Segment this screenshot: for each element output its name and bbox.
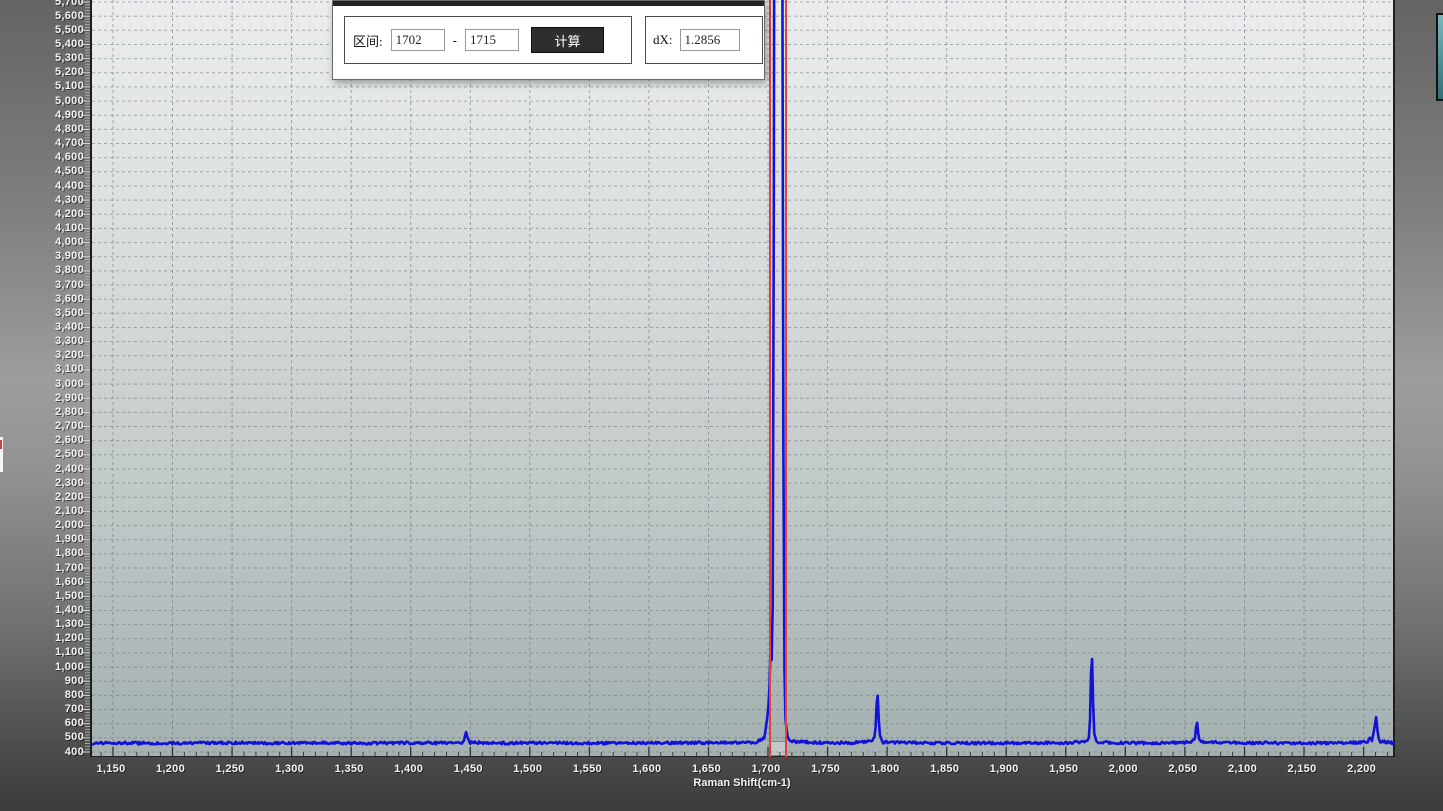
x-tick-label: 1,850 xyxy=(930,763,959,775)
x-axis-title: Raman Shift(cm-1) xyxy=(693,777,790,789)
x-tick-label: 1,200 xyxy=(156,763,185,775)
interval-groupbox: 区间: - 计算 xyxy=(344,16,632,64)
x-tick-label: 2,150 xyxy=(1287,763,1316,775)
interval-to-input[interactable] xyxy=(465,29,519,51)
dx-groupbox: dX: xyxy=(645,16,763,64)
x-axis: Raman Shift(cm-1) 1,150 1,200 1,250 1,300 1,… xyxy=(0,757,1443,811)
x-tick-label: 2,200 xyxy=(1347,763,1376,775)
cursor-line-right[interactable] xyxy=(785,0,787,757)
x-tick-label: 1,750 xyxy=(811,763,840,775)
x-tick-label: 1,250 xyxy=(216,763,245,775)
interval-from-input[interactable] xyxy=(391,29,445,51)
interval-dash: - xyxy=(453,33,457,48)
dx-value-input[interactable] xyxy=(680,29,740,51)
x-tick-label: 1,600 xyxy=(632,763,661,775)
y-axis-ticks xyxy=(77,0,90,757)
dx-label: dX: xyxy=(653,32,673,48)
app-window: 4005006007008009001,0001,1001,2001,3001,… xyxy=(0,0,1443,811)
x-tick-label: 1,300 xyxy=(275,763,304,775)
measure-dialog[interactable]: 区间: - 计算 dX: xyxy=(332,0,765,80)
x-tick-label: 2,050 xyxy=(1168,763,1197,775)
x-tick-label: 1,900 xyxy=(990,763,1019,775)
x-tick-label: 1,550 xyxy=(573,763,602,775)
x-tick-label: 1,800 xyxy=(871,763,900,775)
edge-panel xyxy=(1436,13,1443,101)
x-tick-label: 1,400 xyxy=(394,763,423,775)
interval-label: 区间: xyxy=(353,31,383,50)
x-tick-label: 2,100 xyxy=(1228,763,1257,775)
x-tick-label: 1,650 xyxy=(692,763,721,775)
calculate-button[interactable]: 计算 xyxy=(531,27,604,53)
y-axis: 4005006007008009001,0001,1001,2001,3001,… xyxy=(0,0,86,757)
x-tick-label: 2,000 xyxy=(1109,763,1138,775)
x-tick-label: 1,150 xyxy=(96,763,125,775)
cursor-line-left[interactable] xyxy=(769,0,771,757)
x-tick-label: 1,350 xyxy=(335,763,364,775)
plot-area[interactable] xyxy=(90,0,1395,757)
spectrum-line xyxy=(92,0,1394,744)
x-tick-label: 1,700 xyxy=(751,763,780,775)
left-edge-marker xyxy=(0,440,2,449)
x-tick-label: 1,500 xyxy=(513,763,542,775)
spectrum-chart xyxy=(92,0,1395,756)
x-tick-label: 1,950 xyxy=(1049,763,1078,775)
x-tick-label: 1,450 xyxy=(454,763,483,775)
